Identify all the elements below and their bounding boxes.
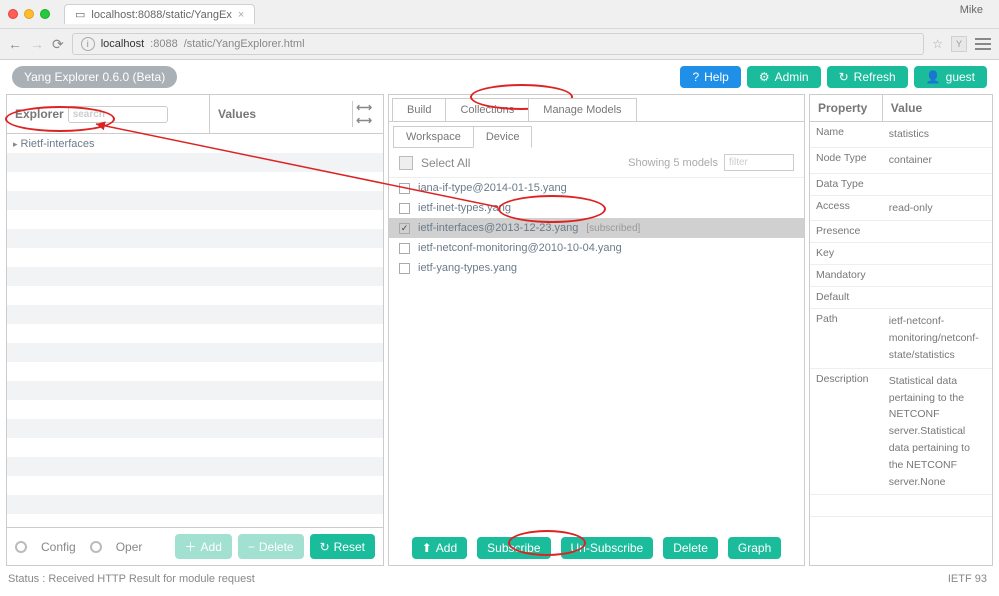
value-header: Value <box>883 95 992 121</box>
delete-model-button[interactable]: Delete <box>663 537 718 559</box>
checkbox-icon[interactable] <box>399 203 410 214</box>
window-close-icon[interactable] <box>8 9 18 19</box>
select-all-label: Select All <box>421 156 470 170</box>
property-header: Property <box>810 95 883 121</box>
nav-reload-icon[interactable]: ⟳ <box>52 36 64 53</box>
footer-right: IETF 93 <box>948 573 987 585</box>
showing-count: Showing 5 models <box>628 157 718 169</box>
checkbox-icon[interactable] <box>399 243 410 254</box>
model-list: iana-if-type@2014-01-15.yang ietf-inet-t… <box>389 178 804 531</box>
admin-button[interactable]: ⚙Admin <box>747 66 821 88</box>
config-radio[interactable] <box>15 541 27 553</box>
select-all-checkbox[interactable] <box>399 156 413 170</box>
search-input[interactable]: search <box>68 106 168 123</box>
tree-area[interactable]: ▸ Rietf-interfaces <box>7 134 383 527</box>
version-pill: Yang Explorer 0.6.0 (Beta) <box>12 66 177 88</box>
explorer-reset-button[interactable]: ↻ Reset <box>310 534 375 559</box>
model-row[interactable]: iana-if-type@2014-01-15.yang <box>389 178 804 198</box>
app-toolbar: Yang Explorer 0.6.0 (Beta) ?Help ⚙Admin … <box>0 60 999 94</box>
collapse-icon[interactable]: ⟷ <box>353 101 375 114</box>
model-row[interactable]: ietf-inet-types.yang <box>389 198 804 218</box>
tab-build[interactable]: Build <box>392 98 446 121</box>
model-row[interactable]: ✓ietf-interfaces@2013-12-23.yang [subscr… <box>389 218 804 238</box>
subtab-device[interactable]: Device <box>473 126 533 148</box>
expand-icon[interactable]: ⟷ <box>353 114 375 127</box>
oper-radio[interactable] <box>90 541 102 553</box>
browser-tab[interactable]: ▭ localhost:8088/static/YangEx × <box>64 4 255 24</box>
unsubscribe-button[interactable]: Un-Subscribe <box>561 537 654 559</box>
url-input[interactable]: i localhost:8088/static/YangExplorer.htm… <box>72 33 925 55</box>
browser-profile[interactable]: Mike <box>960 4 983 16</box>
help-icon: ? <box>692 70 699 84</box>
chevron-right-icon[interactable]: ▸ <box>13 139 18 150</box>
subtab-workspace[interactable]: Workspace <box>393 126 474 148</box>
nav-back-icon[interactable]: ← <box>8 36 22 52</box>
explorer-panel: Explorer search Values ⟷⟷ ▸ Rietf-interf… <box>6 94 384 566</box>
properties-panel: Property Value Namestatistics Node Typec… <box>809 94 993 566</box>
model-row[interactable]: ietf-yang-types.yang <box>389 258 804 278</box>
user-icon: 👤 <box>926 70 941 84</box>
model-row[interactable]: ietf-netconf-monitoring@2010-10-04.yang <box>389 238 804 258</box>
url-host: localhost <box>101 38 144 50</box>
guest-button[interactable]: 👤guest <box>914 66 987 88</box>
values-header: Values ⟷⟷ <box>210 95 383 133</box>
window-zoom-icon[interactable] <box>40 9 50 19</box>
help-button[interactable]: ?Help <box>680 66 740 88</box>
nav-forward-icon[interactable]: → <box>30 36 44 52</box>
checkbox-icon[interactable] <box>399 183 410 194</box>
explorer-header: Explorer search <box>7 95 210 133</box>
gear-icon: ⚙ <box>759 70 770 84</box>
filter-input[interactable]: filter <box>724 154 794 171</box>
graph-button[interactable]: Graph <box>728 537 781 559</box>
bookmark-icon[interactable]: ☆ <box>932 37 943 51</box>
center-panel: Build Collections Manage Models Workspac… <box>388 94 805 566</box>
checkbox-icon[interactable]: ✓ <box>399 223 410 234</box>
explorer-add-button[interactable]: ＋ Add <box>175 534 232 559</box>
window-minimize-icon[interactable] <box>24 9 34 19</box>
tab-collections[interactable]: Collections <box>445 98 529 121</box>
site-info-icon[interactable]: i <box>81 37 95 51</box>
refresh-button[interactable]: ↻Refresh <box>827 66 908 88</box>
checkbox-icon[interactable] <box>399 263 410 274</box>
browser-menu-icon[interactable] <box>975 38 991 50</box>
add-model-button[interactable]: ⬆ Add <box>412 537 467 559</box>
subscribe-button[interactable]: Subscribe <box>477 537 550 559</box>
tab-title: localhost:8088/static/YangEx <box>91 9 231 21</box>
extension-icon[interactable]: Y <box>951 36 967 52</box>
refresh-icon: ↻ <box>839 70 849 84</box>
tab-manage-models[interactable]: Manage Models <box>528 98 636 121</box>
close-icon[interactable]: × <box>238 9 244 21</box>
page-icon: ▭ <box>75 8 85 21</box>
browser-chrome: ▭ localhost:8088/static/YangEx × Mike ← … <box>0 0 999 60</box>
status-bar: Status : Received HTTP Result for module… <box>8 573 255 585</box>
explorer-delete-button[interactable]: − Delete <box>238 534 304 559</box>
tree-node-root[interactable]: ▸ Rietf-interfaces <box>13 138 377 150</box>
